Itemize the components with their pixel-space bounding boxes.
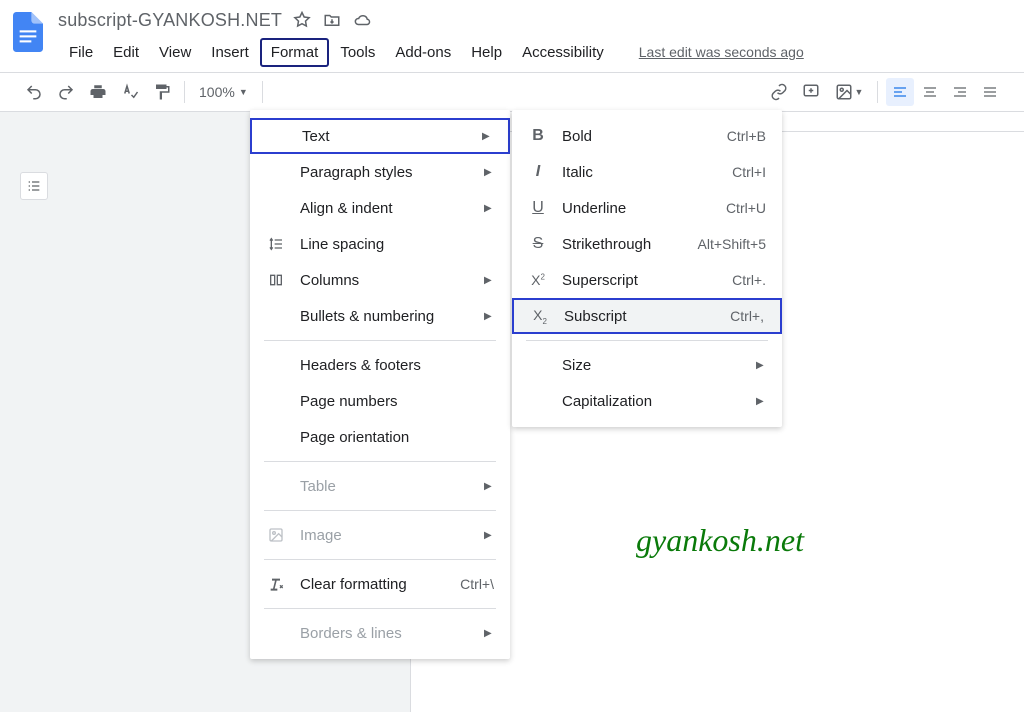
menu-edit[interactable]: Edit bbox=[104, 40, 148, 65]
submenu-arrow-icon: ▶ bbox=[484, 311, 494, 322]
insert-image-icon[interactable]: ▼ bbox=[829, 78, 869, 106]
format-borders-lines[interactable]: Borders & lines▶ bbox=[250, 615, 510, 651]
clear-formatting-icon bbox=[266, 576, 286, 592]
text-size[interactable]: Size▶ bbox=[512, 347, 782, 383]
align-justify-icon[interactable] bbox=[976, 78, 1004, 106]
submenu-arrow-icon: ▶ bbox=[484, 275, 494, 286]
submenu-arrow-icon: ▶ bbox=[484, 167, 494, 178]
move-folder-icon[interactable] bbox=[322, 10, 342, 30]
text-subscript[interactable]: X2SubscriptCtrl+, bbox=[512, 298, 782, 334]
align-right-icon[interactable] bbox=[946, 78, 974, 106]
menu-view[interactable]: View bbox=[150, 40, 200, 65]
text-superscript[interactable]: X2SuperscriptCtrl+. bbox=[512, 262, 782, 298]
document-title[interactable]: subscript-GYANKOSH.NET bbox=[58, 10, 282, 31]
menu-addons[interactable]: Add-ons bbox=[386, 40, 460, 65]
text-italic[interactable]: IItalicCtrl+I bbox=[512, 154, 782, 190]
submenu-arrow-icon: ▶ bbox=[756, 360, 766, 371]
add-comment-icon[interactable] bbox=[797, 78, 825, 106]
paint-format-icon[interactable] bbox=[148, 78, 176, 106]
text-strikethrough[interactable]: SStrikethroughAlt+Shift+5 bbox=[512, 226, 782, 262]
subscript-icon: X2 bbox=[530, 307, 550, 326]
submenu-arrow-icon: ▶ bbox=[484, 481, 494, 492]
format-bullets-numbering[interactable]: Bullets & numbering▶ bbox=[250, 298, 510, 334]
line-spacing-icon bbox=[266, 236, 286, 252]
menu-format[interactable]: Format bbox=[260, 38, 330, 67]
last-edit-link[interactable]: Last edit was seconds ago bbox=[639, 44, 804, 60]
menu-insert[interactable]: Insert bbox=[202, 40, 258, 65]
print-icon[interactable] bbox=[84, 78, 112, 106]
format-paragraph-styles[interactable]: Paragraph styles▶ bbox=[250, 154, 510, 190]
spellcheck-icon[interactable] bbox=[116, 78, 144, 106]
bold-icon: B bbox=[528, 127, 548, 145]
align-left-icon[interactable] bbox=[886, 78, 914, 106]
underline-icon: U bbox=[528, 199, 548, 217]
format-align-indent[interactable]: Align & indent▶ bbox=[250, 190, 510, 226]
cloud-status-icon[interactable] bbox=[352, 10, 372, 30]
submenu-arrow-icon: ▶ bbox=[484, 203, 494, 214]
submenu-arrow-icon: ▶ bbox=[484, 530, 494, 541]
align-center-icon[interactable] bbox=[916, 78, 944, 106]
text-underline[interactable]: UUnderlineCtrl+U bbox=[512, 190, 782, 226]
menu-help[interactable]: Help bbox=[462, 40, 511, 65]
menu-accessibility[interactable]: Accessibility bbox=[513, 40, 613, 65]
submenu-arrow-icon: ▶ bbox=[484, 628, 494, 639]
strikethrough-icon: S bbox=[528, 235, 548, 253]
format-table[interactable]: Table▶ bbox=[250, 468, 510, 504]
document-outline-icon[interactable] bbox=[20, 172, 48, 200]
menu-tools[interactable]: Tools bbox=[331, 40, 384, 65]
format-clear-formatting[interactable]: Clear formattingCtrl+\ bbox=[250, 566, 510, 602]
redo-icon[interactable] bbox=[52, 78, 80, 106]
columns-icon bbox=[266, 272, 286, 288]
text-submenu: BBoldCtrl+B IItalicCtrl+I UUnderlineCtrl… bbox=[512, 110, 782, 427]
docs-logo[interactable] bbox=[10, 8, 46, 56]
insert-link-icon[interactable] bbox=[765, 78, 793, 106]
star-icon[interactable] bbox=[292, 10, 312, 30]
format-line-spacing[interactable]: Line spacing bbox=[250, 226, 510, 262]
menu-file[interactable]: File bbox=[60, 40, 102, 65]
text-bold[interactable]: BBoldCtrl+B bbox=[512, 118, 782, 154]
zoom-select[interactable]: 100%▼ bbox=[193, 84, 254, 100]
text-capitalization[interactable]: Capitalization▶ bbox=[512, 383, 782, 419]
format-page-numbers[interactable]: Page numbers bbox=[250, 383, 510, 419]
superscript-icon: X2 bbox=[528, 272, 548, 288]
image-icon bbox=[266, 527, 286, 543]
format-text[interactable]: Text▶ bbox=[250, 118, 510, 154]
format-page-orientation[interactable]: Page orientation bbox=[250, 419, 510, 455]
format-image[interactable]: Image▶ bbox=[250, 517, 510, 553]
format-headers-footers[interactable]: Headers & footers bbox=[250, 347, 510, 383]
zoom-value: 100% bbox=[199, 84, 235, 100]
italic-icon: I bbox=[528, 163, 548, 181]
format-dropdown: Text▶ Paragraph styles▶ Align & indent▶ … bbox=[250, 110, 510, 659]
submenu-arrow-icon: ▶ bbox=[482, 131, 492, 142]
submenu-arrow-icon: ▶ bbox=[756, 396, 766, 407]
format-columns[interactable]: Columns▶ bbox=[250, 262, 510, 298]
watermark-text: gyankosh.net bbox=[636, 522, 804, 559]
undo-icon[interactable] bbox=[20, 78, 48, 106]
